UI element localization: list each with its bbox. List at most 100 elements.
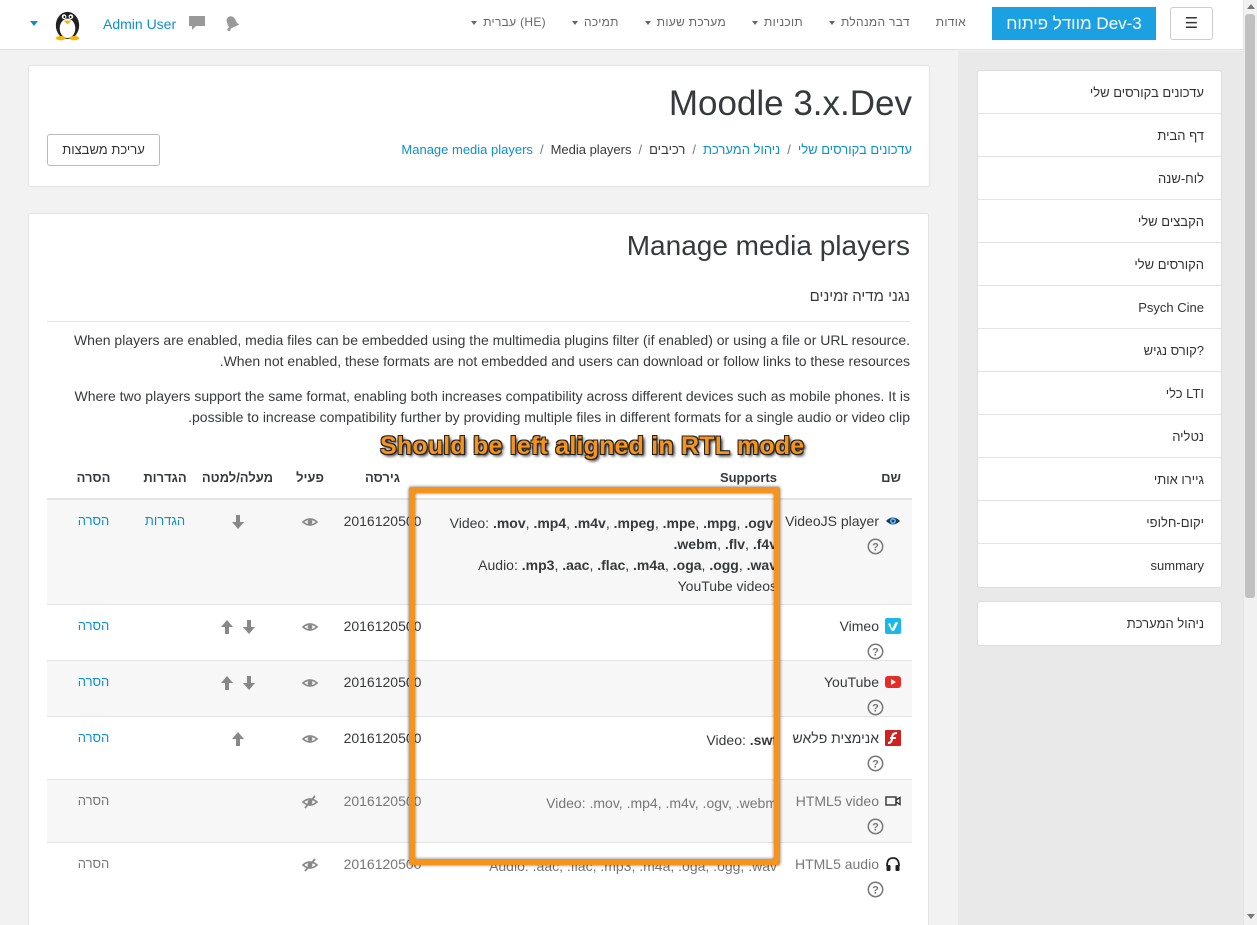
remove-link[interactable]: הסרה: [78, 513, 110, 528]
scroll-down-icon[interactable]: [1247, 914, 1255, 919]
svg-text:?: ?: [872, 884, 879, 896]
settings-cell: הגדרות: [140, 498, 190, 604]
sidebar-item-7[interactable]: כלי LTI: [978, 372, 1221, 415]
sidebar-item-4[interactable]: הקורסים שלי: [978, 243, 1221, 286]
eye-icon[interactable]: [302, 675, 318, 691]
section-heading: Manage media players: [626, 230, 910, 261]
header-enabled: פעיל: [285, 456, 335, 500]
settings-link[interactable]: הגדרות: [145, 513, 185, 528]
youtube-icon: [885, 675, 901, 688]
order-cell: [190, 778, 285, 842]
help-icon[interactable]: ?: [867, 643, 884, 660]
eye-slash-icon[interactable]: [302, 857, 318, 873]
arrow-up-icon[interactable]: [230, 731, 246, 747]
sidebar-item-1[interactable]: דף הבית: [978, 114, 1221, 157]
sidebar-item-9[interactable]: גיירו אותי: [978, 458, 1221, 501]
chevron-down-icon: [471, 20, 478, 25]
arrow-down-icon[interactable]: [241, 619, 257, 635]
sidebar-item-site-admin[interactable]: ניהול המערכת: [978, 602, 1221, 645]
header-order: מעלה/למטה: [190, 456, 285, 500]
remove-link[interactable]: הסרה: [78, 856, 110, 871]
bell-icon[interactable]: [223, 14, 241, 32]
eye-icon[interactable]: [302, 514, 318, 530]
remove-link[interactable]: הסרה: [78, 674, 110, 689]
help-icon[interactable]: ?: [867, 881, 884, 898]
chevron-down-icon[interactable]: [30, 21, 38, 26]
eye-slash-icon[interactable]: [302, 794, 318, 810]
breadcrumb-separator: /: [692, 142, 696, 157]
video-camera-icon: [885, 795, 901, 806]
player-name: HTML5 video: [796, 793, 901, 809]
site-brand-link[interactable]: מוודל פיתוח Dev-3: [992, 7, 1156, 40]
svg-text:?: ?: [872, 758, 879, 770]
annotation-text: Should be left aligned in RTL mode: [380, 432, 805, 460]
help-icon[interactable]: ?: [867, 818, 884, 835]
sidebar-item-6[interactable]: קורס נגיש?: [978, 329, 1221, 372]
user-menu[interactable]: Admin User: [30, 6, 176, 41]
vimeo-icon: [885, 617, 901, 634]
arrow-down-icon[interactable]: [241, 675, 257, 691]
remove-link[interactable]: הסרה: [78, 730, 110, 745]
nav-link-4[interactable]: תמיכה: [571, 15, 619, 29]
message-icon[interactable]: [188, 14, 206, 32]
sidebar-item-11[interactable]: summary: [978, 544, 1221, 587]
breadcrumb-item-1[interactable]: ניהול המערכת: [703, 142, 780, 157]
administration-block: ניהול המערכת: [977, 601, 1222, 646]
breadcrumb-separator: /: [787, 142, 791, 157]
player-name: YouTube: [824, 674, 901, 690]
nav-link-2[interactable]: תוכניות: [752, 15, 803, 29]
breadcrumb-item-4[interactable]: Manage media players: [401, 142, 533, 157]
breadcrumb-item-0[interactable]: עדכונים בקורסים שלי: [798, 142, 912, 157]
nav-link-0[interactable]: אודות: [936, 15, 966, 29]
page-header: Moodle 3.x.Dev עדכונים בקורסים שלי / ניהול…: [28, 65, 930, 187]
player-name-cell: HTML5 audio?: [785, 841, 912, 905]
eye-icon[interactable]: [302, 619, 318, 635]
scroll-up-icon[interactable]: [1247, 4, 1255, 9]
remove-link[interactable]: הסרה: [78, 618, 110, 633]
enabled-cell: [285, 498, 335, 604]
player-name: HTML5 audio: [795, 856, 901, 872]
header-name: שם: [785, 456, 912, 500]
player-name: Vimeo: [839, 617, 901, 634]
arrow-down-icon[interactable]: [230, 514, 246, 530]
sidebar-item-2[interactable]: לוח-שנה: [978, 157, 1221, 200]
sidebar-item-0[interactable]: עדכונים בקורסים שלי: [978, 71, 1221, 114]
help-icon[interactable]: ?: [867, 699, 884, 716]
player-name-cell: HTML5 video?: [785, 778, 912, 842]
divider: [47, 321, 910, 322]
sidebar-item-5[interactable]: Psych Cine: [978, 286, 1221, 329]
breadcrumb-separator: /: [539, 142, 544, 157]
enabled-cell: [285, 715, 335, 779]
sidebar-item-8[interactable]: נטליה: [978, 415, 1221, 458]
settings-cell: [140, 603, 190, 660]
nav-link-3[interactable]: מערכת שעות: [644, 15, 726, 29]
help-icon[interactable]: ?: [867, 538, 884, 555]
sidebar-item-10[interactable]: יקום-חלופי: [978, 501, 1221, 544]
page-scrollbar[interactable]: [1243, 0, 1257, 925]
eye-icon[interactable]: [302, 731, 318, 747]
player-name-cell: YouTube?: [785, 659, 912, 716]
remove-cell: הסרה: [47, 715, 140, 779]
arrow-up-icon[interactable]: [219, 675, 235, 691]
scrollbar-thumb[interactable]: [1245, 14, 1255, 598]
nav-link-1[interactable]: דבר המנהלת: [829, 15, 910, 29]
arrow-up-icon[interactable]: [219, 619, 235, 635]
nav-drawer-toggle-button[interactable]: ☰: [1170, 7, 1213, 40]
edit-blocks-button[interactable]: עריכת משבצות: [47, 134, 160, 166]
nav-link-label: תוכניות: [764, 15, 804, 29]
player-name-label: Vimeo: [839, 617, 879, 634]
nav-link-5[interactable]: עברית (HE): [471, 15, 546, 29]
remove-link[interactable]: הסרה: [78, 793, 110, 808]
remove-cell: הסרה: [47, 498, 140, 604]
enabled-cell: [285, 603, 335, 660]
help-icon[interactable]: ?: [867, 755, 884, 772]
player-name-cell: Vimeo?: [785, 603, 912, 660]
user-name[interactable]: Admin User: [103, 16, 176, 32]
sidebar-item-3[interactable]: הקבצים שלי: [978, 200, 1221, 243]
settings-cell: [140, 778, 190, 842]
navigation-block: עדכונים בקורסים שלי דף הבית לוח-שנה הקבצים …: [977, 70, 1222, 588]
order-cell: [190, 498, 285, 604]
remove-cell: הסרה: [47, 841, 140, 905]
flash-icon: [885, 729, 901, 746]
nav-link-label: אודות: [935, 15, 966, 29]
